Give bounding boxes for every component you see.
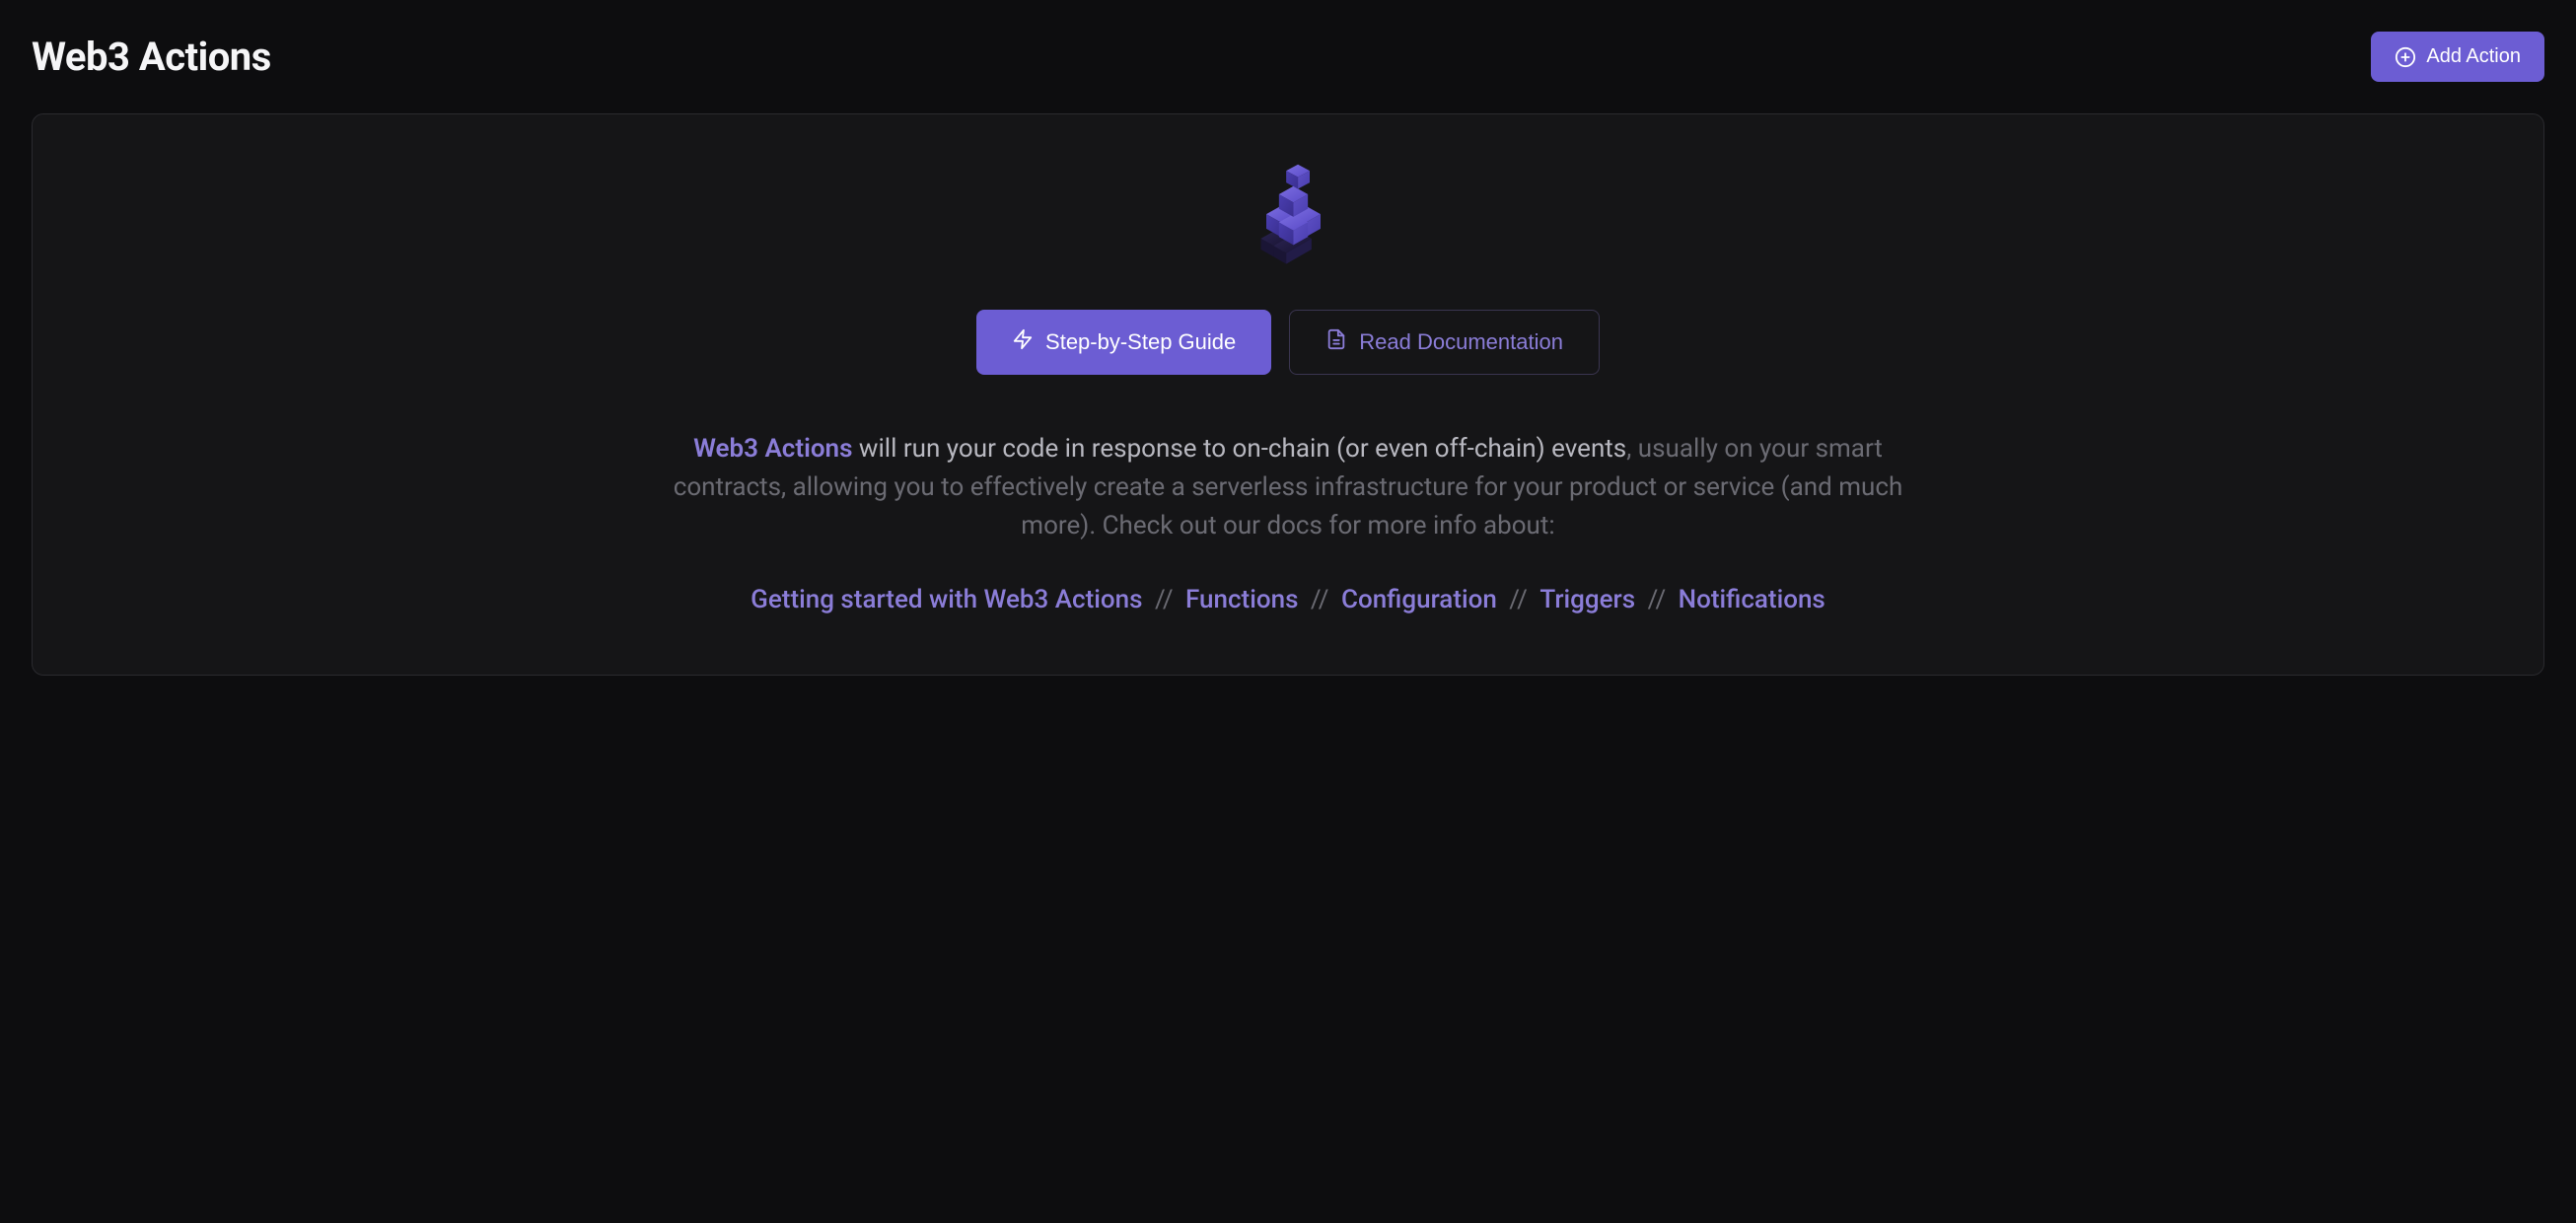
add-action-label: Add Action [2426, 45, 2521, 68]
link-configuration[interactable]: Configuration [1341, 585, 1497, 614]
link-getting-started[interactable]: Getting started with Web3 Actions [751, 585, 1142, 614]
lightning-icon [1012, 328, 1034, 356]
read-documentation-label: Read Documentation [1359, 329, 1563, 355]
separator: // [1305, 585, 1335, 614]
description-highlight: Web3 Actions [693, 434, 852, 464]
read-documentation-button[interactable]: Read Documentation [1289, 310, 1600, 375]
link-notifications[interactable]: Notifications [1679, 585, 1825, 614]
plus-circle-icon [2395, 46, 2416, 68]
page-title: Web3 Actions [32, 34, 271, 80]
add-action-button[interactable]: Add Action [2371, 32, 2544, 82]
step-by-step-guide-button[interactable]: Step-by-Step Guide [976, 310, 1271, 375]
link-triggers[interactable]: Triggers [1539, 585, 1635, 614]
doc-links: Getting started with Web3 Actions // Fun… [751, 581, 1825, 619]
separator: // [1503, 585, 1534, 614]
document-icon [1325, 328, 1347, 356]
hero-card: Step-by-Step Guide Read Documentation We… [32, 113, 2544, 676]
cubes-icon [1234, 162, 1342, 270]
hero-description: Web3 Actions will run your code in respo… [667, 430, 1909, 545]
link-functions[interactable]: Functions [1185, 585, 1298, 614]
description-part1: will run your code in response to on-cha… [852, 434, 1626, 464]
separator: // [1149, 585, 1180, 614]
step-by-step-guide-label: Step-by-Step Guide [1045, 329, 1236, 355]
separator: // [1642, 585, 1673, 614]
